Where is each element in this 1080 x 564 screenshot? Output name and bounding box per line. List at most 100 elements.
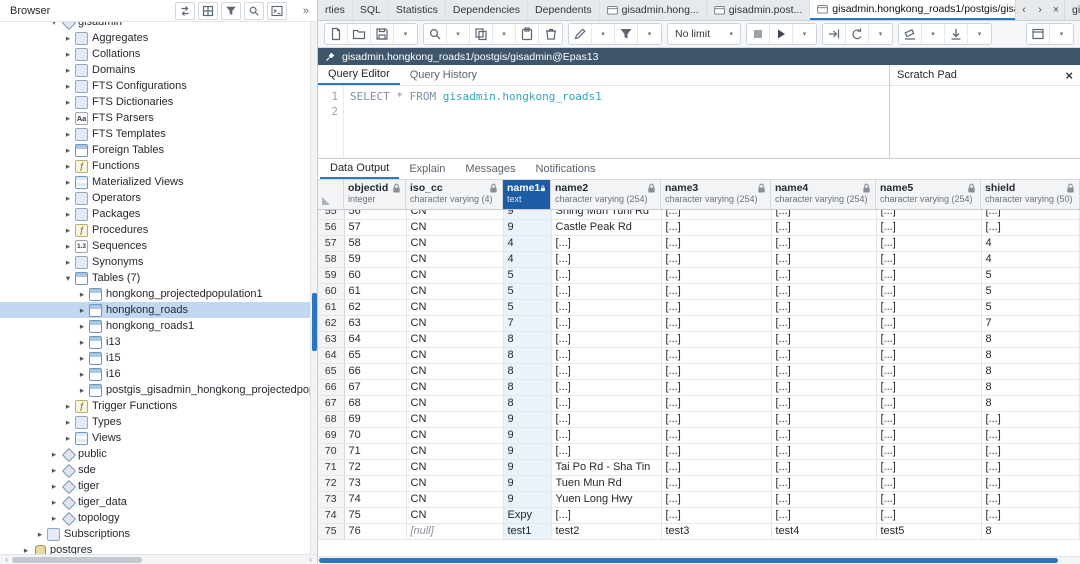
cell-name2[interactable]: [...] — [551, 315, 661, 331]
cell-name2[interactable]: [...] — [551, 443, 661, 459]
cell-name5[interactable]: [...] — [876, 491, 981, 507]
cell-name1[interactable]: 9 — [503, 459, 551, 475]
download-icon[interactable] — [945, 24, 968, 44]
cell-name4[interactable]: [...] — [771, 427, 876, 443]
chevron-right-icon[interactable]: ▸ — [62, 257, 74, 268]
cell-name3[interactable]: [...] — [661, 251, 771, 267]
cell-name3[interactable]: [...] — [661, 507, 771, 523]
chevron-right-icon[interactable]: ▸ — [48, 497, 60, 508]
cell-name5[interactable]: [...] — [876, 251, 981, 267]
tree-item-procedures[interactable]: ▸Procedures — [0, 222, 317, 238]
cell-name2[interactable]: [...] — [551, 363, 661, 379]
filter-icon[interactable] — [221, 2, 241, 20]
cell-iso-cc[interactable]: CN — [406, 443, 503, 459]
tree-item-aggregates[interactable]: ▸Aggregates — [0, 30, 317, 46]
cell-name2[interactable]: [...] — [551, 411, 661, 427]
scrollbar-thumb[interactable] — [12, 557, 142, 563]
cell-name4[interactable]: [...] — [771, 283, 876, 299]
cell-shield[interactable]: 5 — [981, 299, 1080, 315]
cell-name3[interactable]: [...] — [661, 411, 771, 427]
tree-item-packages[interactable]: ▸Packages — [0, 206, 317, 222]
row-number[interactable]: 55 — [318, 210, 344, 219]
chevron-right-icon[interactable]: ▸ — [76, 337, 88, 348]
row-number[interactable]: 72 — [318, 475, 344, 491]
cell-iso-cc[interactable]: CN — [406, 491, 503, 507]
cell-name1[interactable]: 4 — [503, 251, 551, 267]
cell-name2[interactable]: [...] — [551, 251, 661, 267]
row-number[interactable]: 63 — [318, 331, 344, 347]
cell-objectid[interactable]: 75 — [344, 507, 406, 523]
cell-name4[interactable]: [...] — [771, 507, 876, 523]
cell-name4[interactable]: [...] — [771, 315, 876, 331]
tab-messages[interactable]: Messages — [455, 159, 525, 179]
cell-name5[interactable]: [...] — [876, 267, 981, 283]
cell-name4[interactable]: [...] — [771, 491, 876, 507]
row-number[interactable]: 59 — [318, 267, 344, 283]
chevron-down-icon[interactable]: ▾ — [62, 273, 74, 284]
cell-name1[interactable]: 5 — [503, 283, 551, 299]
chevron-right-icon[interactable]: ▸ — [62, 209, 74, 220]
tab-gisadmin-post[interactable]: gisadmin.post... — [707, 0, 811, 20]
cell-iso-cc[interactable]: CN — [406, 395, 503, 411]
tab-statistics[interactable]: Statistics — [389, 0, 446, 20]
cell-name4[interactable]: [...] — [771, 210, 876, 219]
cell-objectid[interactable]: 58 — [344, 235, 406, 251]
tree-item-fts-configurations[interactable]: ▸FTS Configurations — [0, 78, 317, 94]
chevron-right-icon[interactable]: ▸ — [62, 433, 74, 444]
cell-name3[interactable]: [...] — [661, 475, 771, 491]
column-header-name5[interactable]: name5character varying (254) — [876, 180, 981, 209]
cell-name1[interactable]: 8 — [503, 363, 551, 379]
sql-code[interactable]: SELECT * FROM gisadmin.hongkong_roads1 — [344, 86, 889, 158]
cell-shield[interactable]: [...] — [981, 491, 1080, 507]
cell-objectid[interactable]: 61 — [344, 283, 406, 299]
cell-name3[interactable]: [...] — [661, 459, 771, 475]
edit-caret-icon[interactable]: ▾ — [592, 24, 615, 44]
tree-item-postgres[interactable]: ▸postgres — [0, 542, 317, 554]
row-number[interactable]: 75 — [318, 523, 344, 539]
cell-shield[interactable]: 5 — [981, 267, 1080, 283]
tree-item-trigger-functions[interactable]: ▸Trigger Functions — [0, 398, 317, 414]
clear-icon[interactable] — [899, 24, 922, 44]
search-icon[interactable] — [244, 2, 264, 20]
cell-iso-cc[interactable]: CN — [406, 267, 503, 283]
cell-name5[interactable]: [...] — [876, 459, 981, 475]
scratch-pad-input[interactable] — [890, 86, 1080, 158]
cell-name5[interactable]: [...] — [876, 507, 981, 523]
chevron-right-icon[interactable]: ▸ — [76, 289, 88, 300]
cell-name1[interactable]: 8 — [503, 395, 551, 411]
cell-shield[interactable]: [...] — [981, 427, 1080, 443]
cell-iso-cc[interactable]: CN — [406, 459, 503, 475]
tab-notifications[interactable]: Notifications — [526, 159, 606, 179]
chevron-right-icon[interactable]: ▸ — [62, 33, 74, 44]
cell-name3[interactable]: [...] — [661, 443, 771, 459]
cell-name3[interactable]: [...] — [661, 491, 771, 507]
cell-objectid[interactable]: 64 — [344, 331, 406, 347]
cell-name4[interactable]: [...] — [771, 459, 876, 475]
tree-item-fts-parsers[interactable]: ▸FTS Parsers — [0, 110, 317, 126]
cell-shield[interactable]: 8 — [981, 395, 1080, 411]
chevron-right-icon[interactable]: ▸ — [48, 481, 60, 492]
cell-name3[interactable]: test3 — [661, 523, 771, 539]
cell-name5[interactable]: [...] — [876, 219, 981, 235]
cell-name2[interactable]: [...] — [551, 347, 661, 363]
tab-query-editor[interactable]: Query Editor — [318, 65, 400, 85]
tree-item-public[interactable]: ▸public — [0, 446, 317, 462]
cell-name4[interactable]: [...] — [771, 443, 876, 459]
cell-name3[interactable]: [...] — [661, 395, 771, 411]
tab-rties[interactable]: rties — [318, 0, 353, 20]
cell-objectid[interactable]: 68 — [344, 395, 406, 411]
cell-iso-cc[interactable]: CN — [406, 347, 503, 363]
tree-item-sequences[interactable]: ▸Sequences — [0, 238, 317, 254]
chevron-right-icon[interactable]: ▸ — [62, 193, 74, 204]
cell-name5[interactable]: [...] — [876, 427, 981, 443]
scrollbar-thumb[interactable] — [319, 558, 1058, 563]
chevron-right-icon[interactable]: ▸ — [48, 449, 60, 460]
filter-caret-icon[interactable]: ▾ — [638, 24, 661, 44]
tree-item-topology[interactable]: ▸topology — [0, 510, 317, 526]
cell-name5[interactable]: [...] — [876, 475, 981, 491]
cell-iso-cc[interactable]: [null] — [406, 523, 503, 539]
cell-name5[interactable]: [...] — [876, 443, 981, 459]
cell-shield[interactable]: [...] — [981, 443, 1080, 459]
tree-item-types[interactable]: ▸Types — [0, 414, 317, 430]
cell-shield[interactable]: 8 — [981, 379, 1080, 395]
